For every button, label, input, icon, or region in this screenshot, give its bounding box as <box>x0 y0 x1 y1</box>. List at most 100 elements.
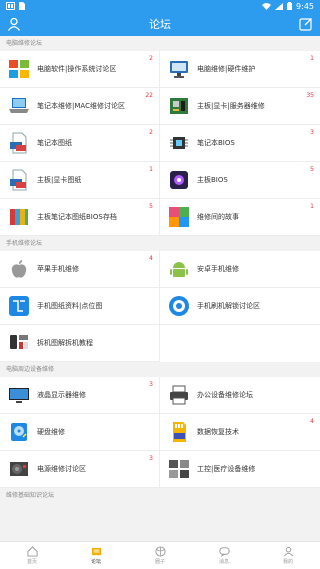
new-post-count-badge: 3 <box>310 129 314 136</box>
user-profile-icon[interactable] <box>7 17 21 31</box>
forum-board-item[interactable]: 笔记本图纸 2 <box>0 125 160 162</box>
apple-logo-icon <box>11 260 27 278</box>
compose-icon[interactable] <box>299 17 313 31</box>
forum-board-label: 手机刷机解锁讨论区 <box>197 302 260 310</box>
forum-board-item[interactable]: 电源维修讨论区 3 <box>0 451 160 488</box>
tab-circle[interactable]: 圈子 <box>128 542 192 569</box>
message-icon <box>218 547 230 557</box>
status-right: 9:45 <box>262 2 314 11</box>
signal-icon <box>275 2 284 10</box>
new-post-count-badge: 2 <box>149 129 153 136</box>
app-root: 9:45 论坛 电脑维修论坛 电脑软件|操作系统讨论区 2 电脑维修|硬件维护 1 笔记本… <box>0 0 320 569</box>
new-post-count-badge: 3 <box>149 381 153 388</box>
forum-grid: 电脑软件|操作系统讨论区 2 电脑维修|硬件维护 1 笔记本维修|MAC维修讨论区 22 主… <box>0 51 320 236</box>
monitor-icon <box>170 61 188 78</box>
forum-board-label: 笔记本BIOS <box>197 139 235 147</box>
section-header: 手机维修论坛 <box>0 236 320 251</box>
forum-board-item[interactable]: 维修间的故事 1 <box>160 199 320 236</box>
tab-home[interactable]: 首页 <box>0 542 64 569</box>
forum-board-item[interactable]: 数据恢复技术 4 <box>160 414 320 451</box>
forum-board-label: 安卓手机维修 <box>197 265 239 273</box>
bottom-tab-bar: 首页 论坛 圈子 消息 我的 <box>0 541 320 569</box>
forum-content: 电脑维修论坛 电脑软件|操作系统讨论区 2 电脑维修|硬件维护 1 笔记本维修|MAC维修… <box>0 36 320 503</box>
section-header: 电脑维修论坛 <box>0 36 320 51</box>
windows-logo-icon <box>9 60 29 78</box>
archive-books-icon <box>10 209 28 225</box>
forum-board-label: 维修间的故事 <box>197 213 239 221</box>
new-post-count-badge: 1 <box>149 166 153 173</box>
forum-board-item[interactable]: 笔记本维修|MAC维修讨论区 22 <box>0 88 160 125</box>
printer-icon <box>170 385 188 405</box>
status-bar: 9:45 <box>0 0 320 12</box>
new-post-count-badge: 35 <box>306 92 314 99</box>
forum-board-item[interactable]: 办公设备维修论坛 <box>160 377 320 414</box>
forum-board-item[interactable]: 主板笔记本图纸BIOS存档 5 <box>0 199 160 236</box>
forum-board-label: 数据恢复技术 <box>197 428 239 436</box>
forum-board-item[interactable]: 液晶显示器维修 3 <box>0 377 160 414</box>
status-left <box>6 2 25 10</box>
forum-board-item[interactable]: 主板|显卡图纸 1 <box>0 162 160 199</box>
forum-board-label: 苹果手机维修 <box>37 265 79 273</box>
forum-board-item[interactable]: 电脑维修|硬件维护 1 <box>160 51 320 88</box>
forum-board-item[interactable]: 电脑软件|操作系统讨论区 2 <box>0 51 160 88</box>
hard-disk-icon <box>11 423 27 441</box>
user-icon <box>283 546 293 557</box>
forum-board-item[interactable]: 苹果手机维修 4 <box>0 251 160 288</box>
forum-board-label: 电源维修讨论区 <box>37 465 86 473</box>
forum-board-label: 主板笔记本图纸BIOS存档 <box>37 213 117 221</box>
new-post-count-badge: 4 <box>310 418 314 425</box>
home-icon <box>26 546 38 557</box>
wifi-icon <box>262 2 272 10</box>
power-supply-icon <box>10 462 28 476</box>
industrial-devices-icon <box>169 460 189 478</box>
new-post-count-badge: 5 <box>310 166 314 173</box>
forum-board-item[interactable]: 手机图纸资料|点位图 <box>0 288 160 325</box>
new-post-count-badge: 22 <box>145 92 153 99</box>
pdf-file-icon <box>10 169 27 191</box>
bios-chip-icon <box>170 171 188 189</box>
forum-board-label: 电脑软件|操作系统讨论区 <box>37 65 117 73</box>
teardown-parts-icon <box>10 335 28 349</box>
forum-board-item[interactable]: 安卓手机维修 <box>160 251 320 288</box>
tab-message[interactable]: 消息 <box>192 542 256 569</box>
forum-board-label: 笔记本维修|MAC维修讨论区 <box>37 102 125 110</box>
forum-board-label: 办公设备维修论坛 <box>197 391 253 399</box>
unlock-circle-icon <box>169 296 189 316</box>
tab-label: 圈子 <box>154 559 165 565</box>
forum-board-item[interactable]: 工控|医疗设备维修 <box>160 451 320 488</box>
forum-board-item[interactable]: 笔记本BIOS 3 <box>160 125 320 162</box>
section-header: 电脑周边设备维修 <box>0 362 320 377</box>
battery-icon <box>287 2 293 10</box>
tab-label: 消息 <box>218 559 229 565</box>
new-post-count-badge: 4 <box>149 255 153 262</box>
new-post-count-badge: 1 <box>310 203 314 210</box>
app-notification-icon <box>6 2 15 10</box>
tab-label: 首页 <box>26 559 37 565</box>
android-logo-icon <box>170 262 188 277</box>
nav-bar: 论坛 <box>0 12 320 36</box>
forum-board-label: 硬盘维修 <box>37 428 65 436</box>
schematic-icon <box>9 296 29 316</box>
lcd-monitor-icon <box>9 388 29 403</box>
tab-forum[interactable]: 论坛 <box>64 542 128 569</box>
forum-board-label: 工控|医疗设备维修 <box>197 465 256 473</box>
status-time: 9:45 <box>296 1 314 11</box>
forum-board-item[interactable]: 主板|显卡|服务器维修 35 <box>160 88 320 125</box>
forum-board-item[interactable]: 硬盘维修 <box>0 414 160 451</box>
story-tiles-icon <box>169 207 189 227</box>
forum-board-item[interactable]: 主板BIOS 5 <box>160 162 320 199</box>
laptop-icon <box>9 98 29 113</box>
page-title: 论坛 <box>149 18 171 31</box>
chip-icon <box>170 137 188 149</box>
forum-board-item[interactable]: 手机刷机解锁讨论区 <box>160 288 320 325</box>
forum-board-label: 主板|显卡图纸 <box>37 176 82 184</box>
sd-card-icon <box>173 422 186 442</box>
forum-board-label: 手机图纸资料|点位图 <box>37 302 103 310</box>
tab-label: 我的 <box>282 559 293 565</box>
tab-user[interactable]: 我的 <box>256 542 320 569</box>
forum-board-label: 主板|显卡|服务器维修 <box>197 102 265 110</box>
tab-label: 论坛 <box>90 559 101 565</box>
forum-board-item[interactable]: 拆机图解拆机教程 <box>0 325 160 362</box>
sim-card-icon <box>19 2 25 10</box>
new-post-count-badge: 1 <box>310 55 314 62</box>
